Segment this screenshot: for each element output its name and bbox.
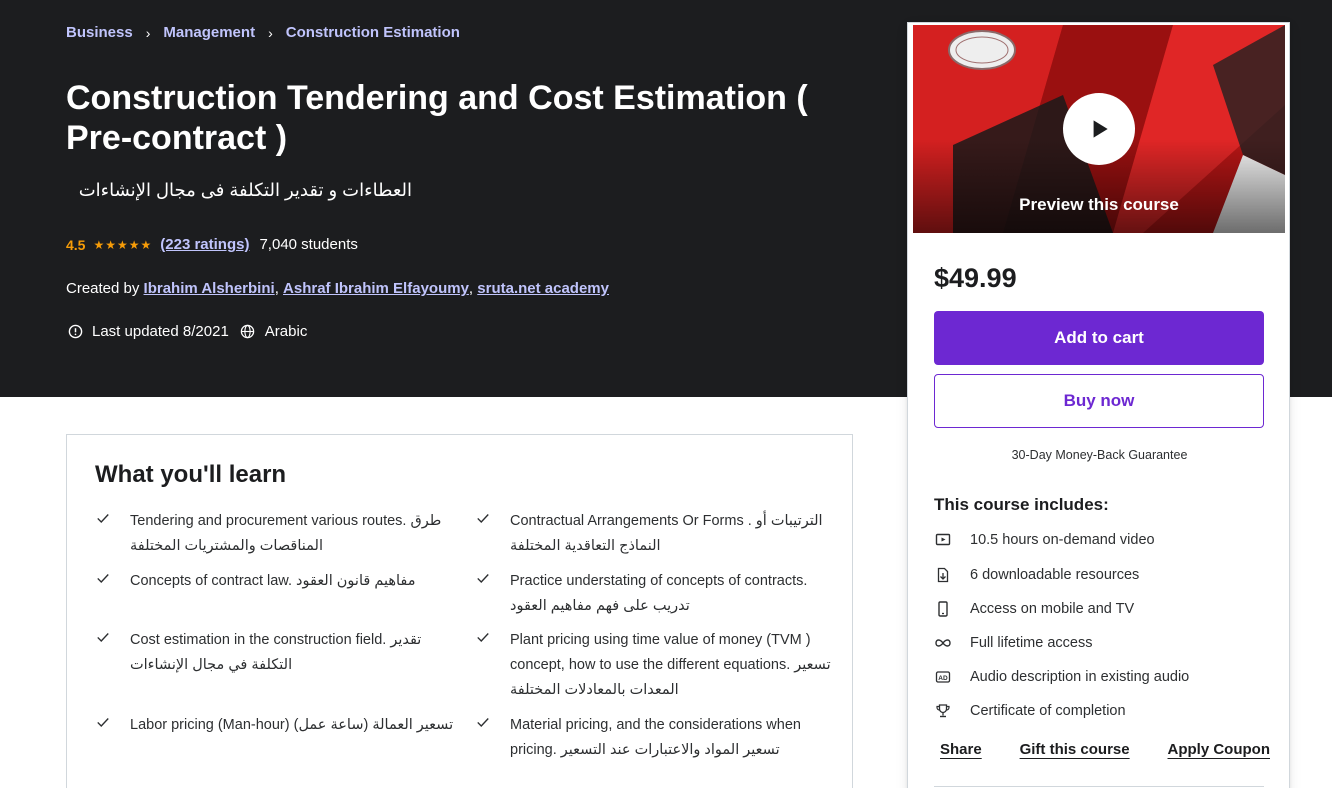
experts-logo bbox=[947, 29, 1017, 76]
play-icon[interactable] bbox=[1063, 93, 1135, 165]
check-icon bbox=[96, 569, 112, 594]
learn-title: What you'll learn bbox=[95, 461, 287, 488]
include-item: Full lifetime access bbox=[934, 634, 1092, 652]
include-item: Certificate of completion bbox=[934, 702, 1126, 720]
share-button[interactable]: Share bbox=[940, 741, 982, 758]
include-item: 6 downloadable resources bbox=[934, 566, 1139, 584]
preview-label[interactable]: Preview this course bbox=[913, 195, 1285, 215]
apply-coupon-button[interactable]: Apply Coupon bbox=[1168, 741, 1270, 758]
chevron-right-icon: › bbox=[268, 24, 273, 41]
breadcrumb-construction-estimation[interactable]: Construction Estimation bbox=[286, 24, 460, 41]
audio-description-icon: AD bbox=[934, 668, 952, 686]
course-preview-video[interactable]: Preview this course bbox=[913, 25, 1285, 233]
divider bbox=[934, 786, 1264, 787]
breadcrumb-management[interactable]: Management bbox=[163, 24, 255, 41]
breadcrumb-business[interactable]: Business bbox=[66, 24, 133, 41]
learn-item: Concepts of contract law. مفاهيم قانون ا… bbox=[97, 569, 460, 594]
purchase-sidebar: Preview this course $49.99 Add to cart B… bbox=[907, 22, 1290, 788]
money-back-guarantee: 30-Day Money-Back Guarantee bbox=[1011, 448, 1188, 462]
check-icon bbox=[476, 628, 492, 653]
check-icon bbox=[96, 628, 112, 653]
include-item: Access on mobile and TV bbox=[934, 600, 1134, 618]
check-icon bbox=[96, 509, 112, 534]
check-icon bbox=[476, 713, 492, 738]
course-title: Construction Tendering and Cost Estimati… bbox=[66, 79, 808, 157]
instructor-link[interactable]: Ashraf Ibrahim Elfayoumy bbox=[283, 280, 469, 297]
students-count: 7,040 students bbox=[259, 236, 358, 253]
what-you-will-learn: What you'll learn Tendering and procurem… bbox=[66, 434, 853, 788]
breadcrumb: Business › Management › Construction Est… bbox=[66, 24, 460, 41]
instructor-link[interactable]: sruta.net academy bbox=[477, 280, 609, 297]
trophy-icon bbox=[934, 702, 952, 720]
rating-value: 4.5 bbox=[66, 236, 86, 253]
include-item: AD Audio description in existing audio bbox=[934, 668, 1189, 686]
file-download-icon bbox=[934, 566, 952, 584]
gift-course-button[interactable]: Gift this course bbox=[1020, 741, 1130, 758]
course-meta: Last updated 8/2021 Arabic bbox=[66, 322, 307, 340]
learn-item: Labor pricing (Man-hour) تسعير العمالة (… bbox=[97, 713, 460, 738]
course-subtitle: العطاءات و تقدير التكلفة فى مجال الإنشاء… bbox=[78, 180, 412, 200]
check-icon bbox=[96, 713, 112, 738]
mobile-icon bbox=[934, 600, 952, 618]
learn-item: Tendering and procurement various routes… bbox=[97, 509, 460, 559]
chevron-right-icon: › bbox=[145, 24, 151, 41]
video-icon bbox=[934, 531, 952, 549]
includes-title: This course includes: bbox=[934, 495, 1109, 514]
created-by: Created by Ibrahim Alsherbini, Ashraf Ib… bbox=[66, 280, 609, 297]
add-to-cart-button[interactable]: Add to cart bbox=[934, 311, 1264, 365]
created-by-label: Created by bbox=[66, 280, 140, 297]
globe-icon bbox=[239, 322, 257, 340]
course-language: Arabic bbox=[264, 322, 308, 340]
learn-item: Cost estimation in the construction fiel… bbox=[97, 628, 460, 678]
buy-now-button[interactable]: Buy now bbox=[934, 374, 1264, 428]
instructor-link[interactable]: Ibrahim Alsherbini bbox=[144, 280, 275, 297]
learn-item: Practice understating of concepts of con… bbox=[477, 569, 840, 619]
check-icon bbox=[476, 509, 492, 534]
learn-item: Material pricing, and the considerations… bbox=[477, 713, 840, 763]
last-updated: Last updated 8/2021 bbox=[92, 322, 229, 340]
svg-text:AD: AD bbox=[938, 675, 948, 682]
include-item: 10.5 hours on-demand video bbox=[934, 531, 1155, 549]
sidebar-actions: Share Gift this course Apply Coupon bbox=[940, 741, 1270, 758]
check-icon bbox=[476, 569, 492, 594]
ratings-link[interactable]: (223 ratings) bbox=[160, 236, 249, 253]
infinity-icon bbox=[934, 634, 952, 652]
alert-clock-icon bbox=[66, 322, 84, 340]
learn-item: Plant pricing using time value of money … bbox=[477, 628, 840, 703]
course-price: $49.99 bbox=[934, 263, 1017, 293]
learn-item: Contractual Arrangements Or Forms . التر… bbox=[477, 509, 840, 559]
star-rating-icon: ★★★★★ bbox=[93, 237, 153, 252]
rating-row: 4.5 ★★★★★ (223 ratings) 7,040 students bbox=[66, 236, 358, 253]
